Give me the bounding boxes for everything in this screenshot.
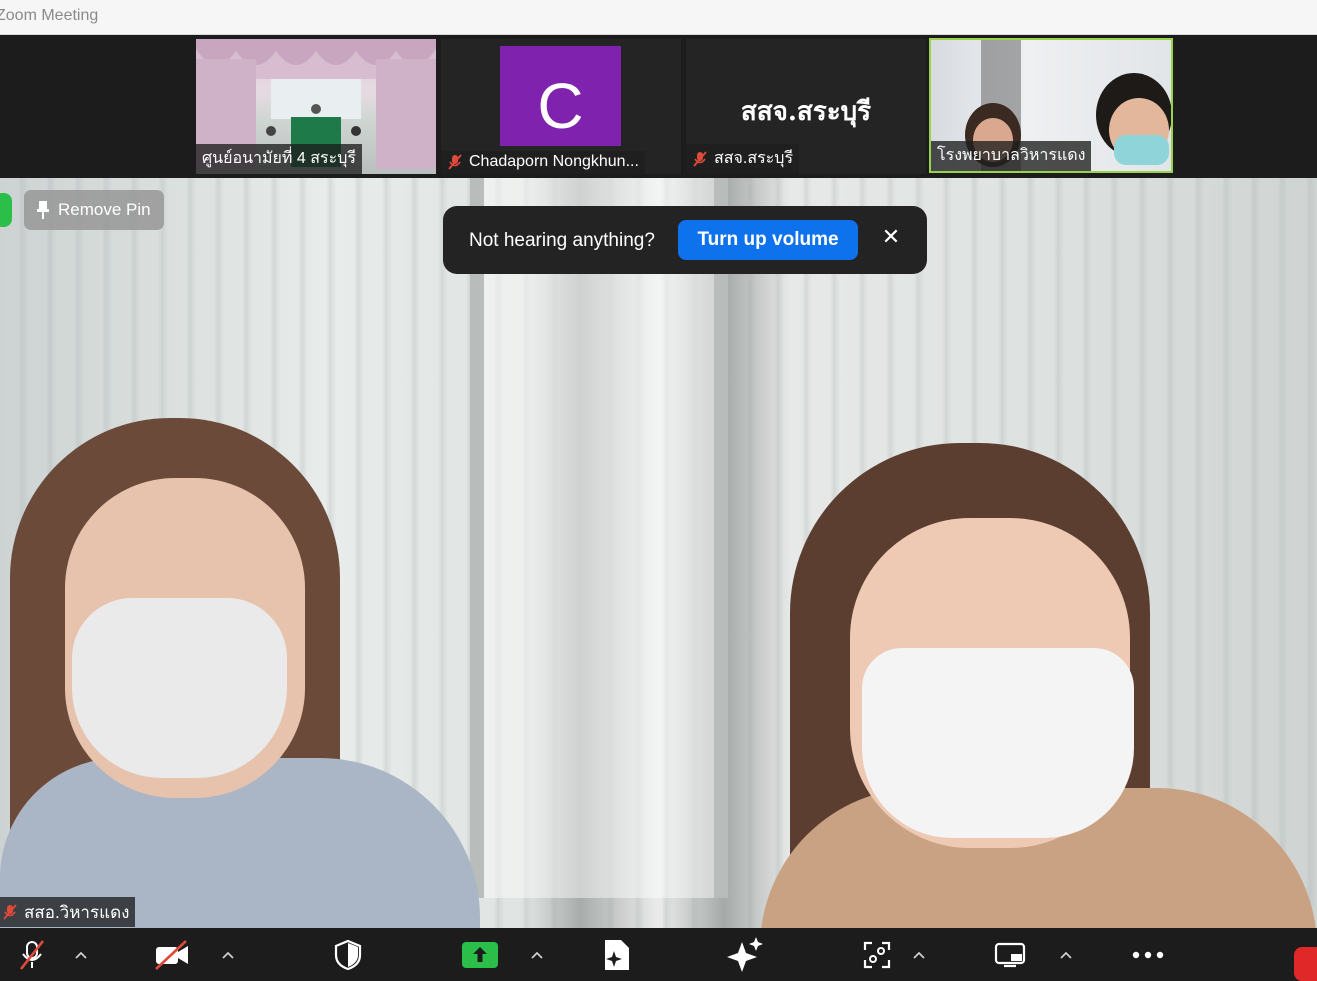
screen-icon: [994, 942, 1026, 967]
video-off-icon: [155, 939, 188, 970]
focus-icon: [863, 941, 891, 968]
chevron-up-icon: [222, 951, 234, 959]
mic-muted-icon: [693, 150, 707, 167]
turn-up-volume-button[interactable]: Turn up volume: [678, 220, 858, 260]
avatar: C: [500, 46, 621, 146]
apps-button[interactable]: [598, 928, 634, 981]
talking-indicator: [0, 193, 12, 227]
participant-tile-2[interactable]: C Chadaporn Nongkhun...: [441, 39, 681, 174]
main-participant-label: สสอ.วิหารแดง: [0, 897, 136, 927]
chevron-up-icon: [531, 951, 543, 959]
pin-icon: [37, 201, 49, 219]
mic-muted-icon: [448, 154, 462, 170]
remove-pin-button[interactable]: Remove Pin: [24, 190, 164, 230]
main-video: [0, 178, 1317, 928]
mute-button[interactable]: [12, 928, 52, 981]
participant-display-name: สสจ.สระบุรี: [740, 97, 872, 127]
participant-tile-1[interactable]: ศูนย์อนามัยที่ 4 สระบุรี: [196, 39, 436, 174]
start-video-button[interactable]: [150, 928, 194, 981]
window-title: Zoom Meeting: [0, 7, 99, 24]
participant-name: ศูนย์อนามัยที่ 4 สระบุรี: [196, 144, 362, 174]
window-background: [470, 178, 728, 898]
participant-tile-4-active-speaker[interactable]: โรงพยาบาลวิหารแดง: [929, 38, 1173, 173]
audio-notice: Not hearing anything? Turn up volume ✕: [443, 206, 927, 274]
share-screen-icon: [462, 941, 498, 968]
gallery-strip: ศูนย์อนามัยที่ 4 สระบุรี C Chadaporn Non…: [0, 35, 1317, 178]
video-options-caret[interactable]: [217, 928, 239, 981]
ai-companion-button[interactable]: [724, 928, 766, 981]
chevron-up-icon: [75, 951, 87, 959]
chevron-up-icon: [913, 951, 925, 959]
chevron-up-icon: [1060, 951, 1072, 959]
close-icon[interactable]: ✕: [879, 226, 903, 250]
participant-name: สสจ.สระบุรี: [686, 144, 800, 174]
audio-options-caret[interactable]: [70, 928, 92, 981]
sparkle-icon: [727, 936, 763, 972]
mic-muted-icon: [19, 939, 45, 970]
mic-muted-icon: [3, 904, 17, 920]
participant-name: Chadaporn Nongkhun...: [441, 151, 645, 174]
more-button[interactable]: [1128, 928, 1168, 981]
more-icon: [1132, 951, 1164, 958]
participant-tile-3[interactable]: สสจ.สระบุรี สสจ.สระบุรี: [686, 39, 926, 174]
focus-options-caret[interactable]: [908, 928, 930, 981]
participant-name: โรงพยาบาลวิหารแดง: [931, 141, 1092, 171]
share-screen-button[interactable]: [460, 928, 500, 981]
meeting-toolbar: [0, 928, 1317, 981]
shield-icon: [334, 939, 362, 970]
security-button[interactable]: [330, 928, 366, 981]
view-button[interactable]: [992, 928, 1028, 981]
share-options-caret[interactable]: [526, 928, 548, 981]
focus-button[interactable]: [860, 928, 894, 981]
title-bar: Zoom Meeting: [0, 0, 1317, 35]
notice-message: Not hearing anything?: [469, 230, 655, 251]
person-left-mask: [72, 598, 287, 778]
view-options-caret[interactable]: [1055, 928, 1077, 981]
apps-icon: [605, 939, 629, 970]
leave-button[interactable]: [1294, 947, 1317, 981]
person-right-mask: [862, 648, 1134, 838]
